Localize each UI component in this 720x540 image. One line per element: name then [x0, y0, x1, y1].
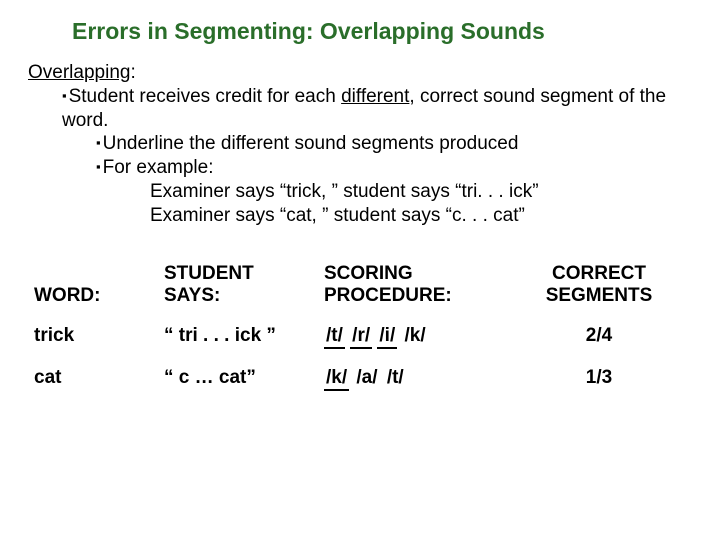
slide: Errors in Segmenting: Overlapping Sounds… — [0, 0, 720, 409]
lead-line: Overlapping: — [28, 61, 692, 85]
lead-colon: : — [130, 62, 135, 83]
phoneme-segment: /t/ — [324, 325, 345, 349]
cell-says: “ c … cat” — [164, 367, 324, 389]
header-corr-l1: CORRECT — [514, 263, 684, 285]
slide-title: Errors in Segmenting: Overlapping Sounds — [72, 18, 692, 45]
bullet-icon — [62, 86, 69, 107]
header-proc-l2: PROCEDURE: — [324, 285, 514, 307]
bullet-text-pre: Student receives credit for each — [69, 86, 341, 107]
lead-word: Overlapping — [28, 62, 130, 83]
example-line-1: Examiner says “trick, ” student says “tr… — [150, 180, 692, 204]
header-proc-l1: SCORING — [324, 263, 514, 285]
header-says: STUDENT SAYS: — [164, 263, 324, 307]
phoneme-segment: /a/ — [354, 367, 379, 389]
cell-says: “ tri . . . ick ” — [164, 325, 324, 347]
header-procedure: SCORING PROCEDURE: — [324, 263, 514, 307]
bullet-text: Underline the different sound segments p… — [103, 133, 519, 154]
bullet-example: For example: — [96, 156, 692, 180]
header-correct: CORRECT SEGMENTS — [514, 263, 684, 307]
cell-score: 2/4 — [514, 325, 684, 347]
table-row: trick“ tri . . . ick ”/t/ /r/ /i/ /k/ 2/… — [28, 325, 692, 349]
header-corr-l2: SEGMENTS — [514, 285, 684, 307]
phoneme-segment: /t/ — [385, 367, 406, 389]
bullet-icon — [96, 157, 103, 178]
cell-word: trick — [28, 325, 164, 347]
header-word: WORD: — [28, 263, 164, 307]
cell-score: 1/3 — [514, 367, 684, 389]
table-row: cat“ c … cat”/k/ /a/ /t/ 1/3 — [28, 367, 692, 391]
header-says-l2: SAYS: — [164, 285, 324, 307]
phoneme-segment: /k/ — [324, 367, 349, 391]
phoneme-segment: /k/ — [403, 325, 428, 347]
bullet-underline: Underline the different sound segments p… — [96, 132, 692, 156]
phoneme-segment: /i/ — [377, 325, 397, 349]
body-text: Overlapping: Student receives credit for… — [28, 61, 692, 227]
bullet-text-u: different — [341, 86, 409, 107]
cell-word: cat — [28, 367, 164, 389]
table-header-row: WORD: STUDENT SAYS: SCORING PROCEDURE: C… — [28, 263, 692, 307]
scoring-table: WORD: STUDENT SAYS: SCORING PROCEDURE: C… — [28, 263, 692, 391]
cell-procedure: /k/ /a/ /t/ — [324, 367, 514, 391]
cell-procedure: /t/ /r/ /i/ /k/ — [324, 325, 514, 349]
bullet-icon — [96, 133, 103, 154]
example-line-2: Examiner says “cat, ” student says “c. .… — [150, 204, 692, 228]
bullet-credit: Student receives credit for each differe… — [62, 85, 692, 133]
bullet-text: For example: — [103, 157, 214, 178]
phoneme-segment: /r/ — [350, 325, 372, 349]
header-says-l1: STUDENT — [164, 263, 324, 285]
